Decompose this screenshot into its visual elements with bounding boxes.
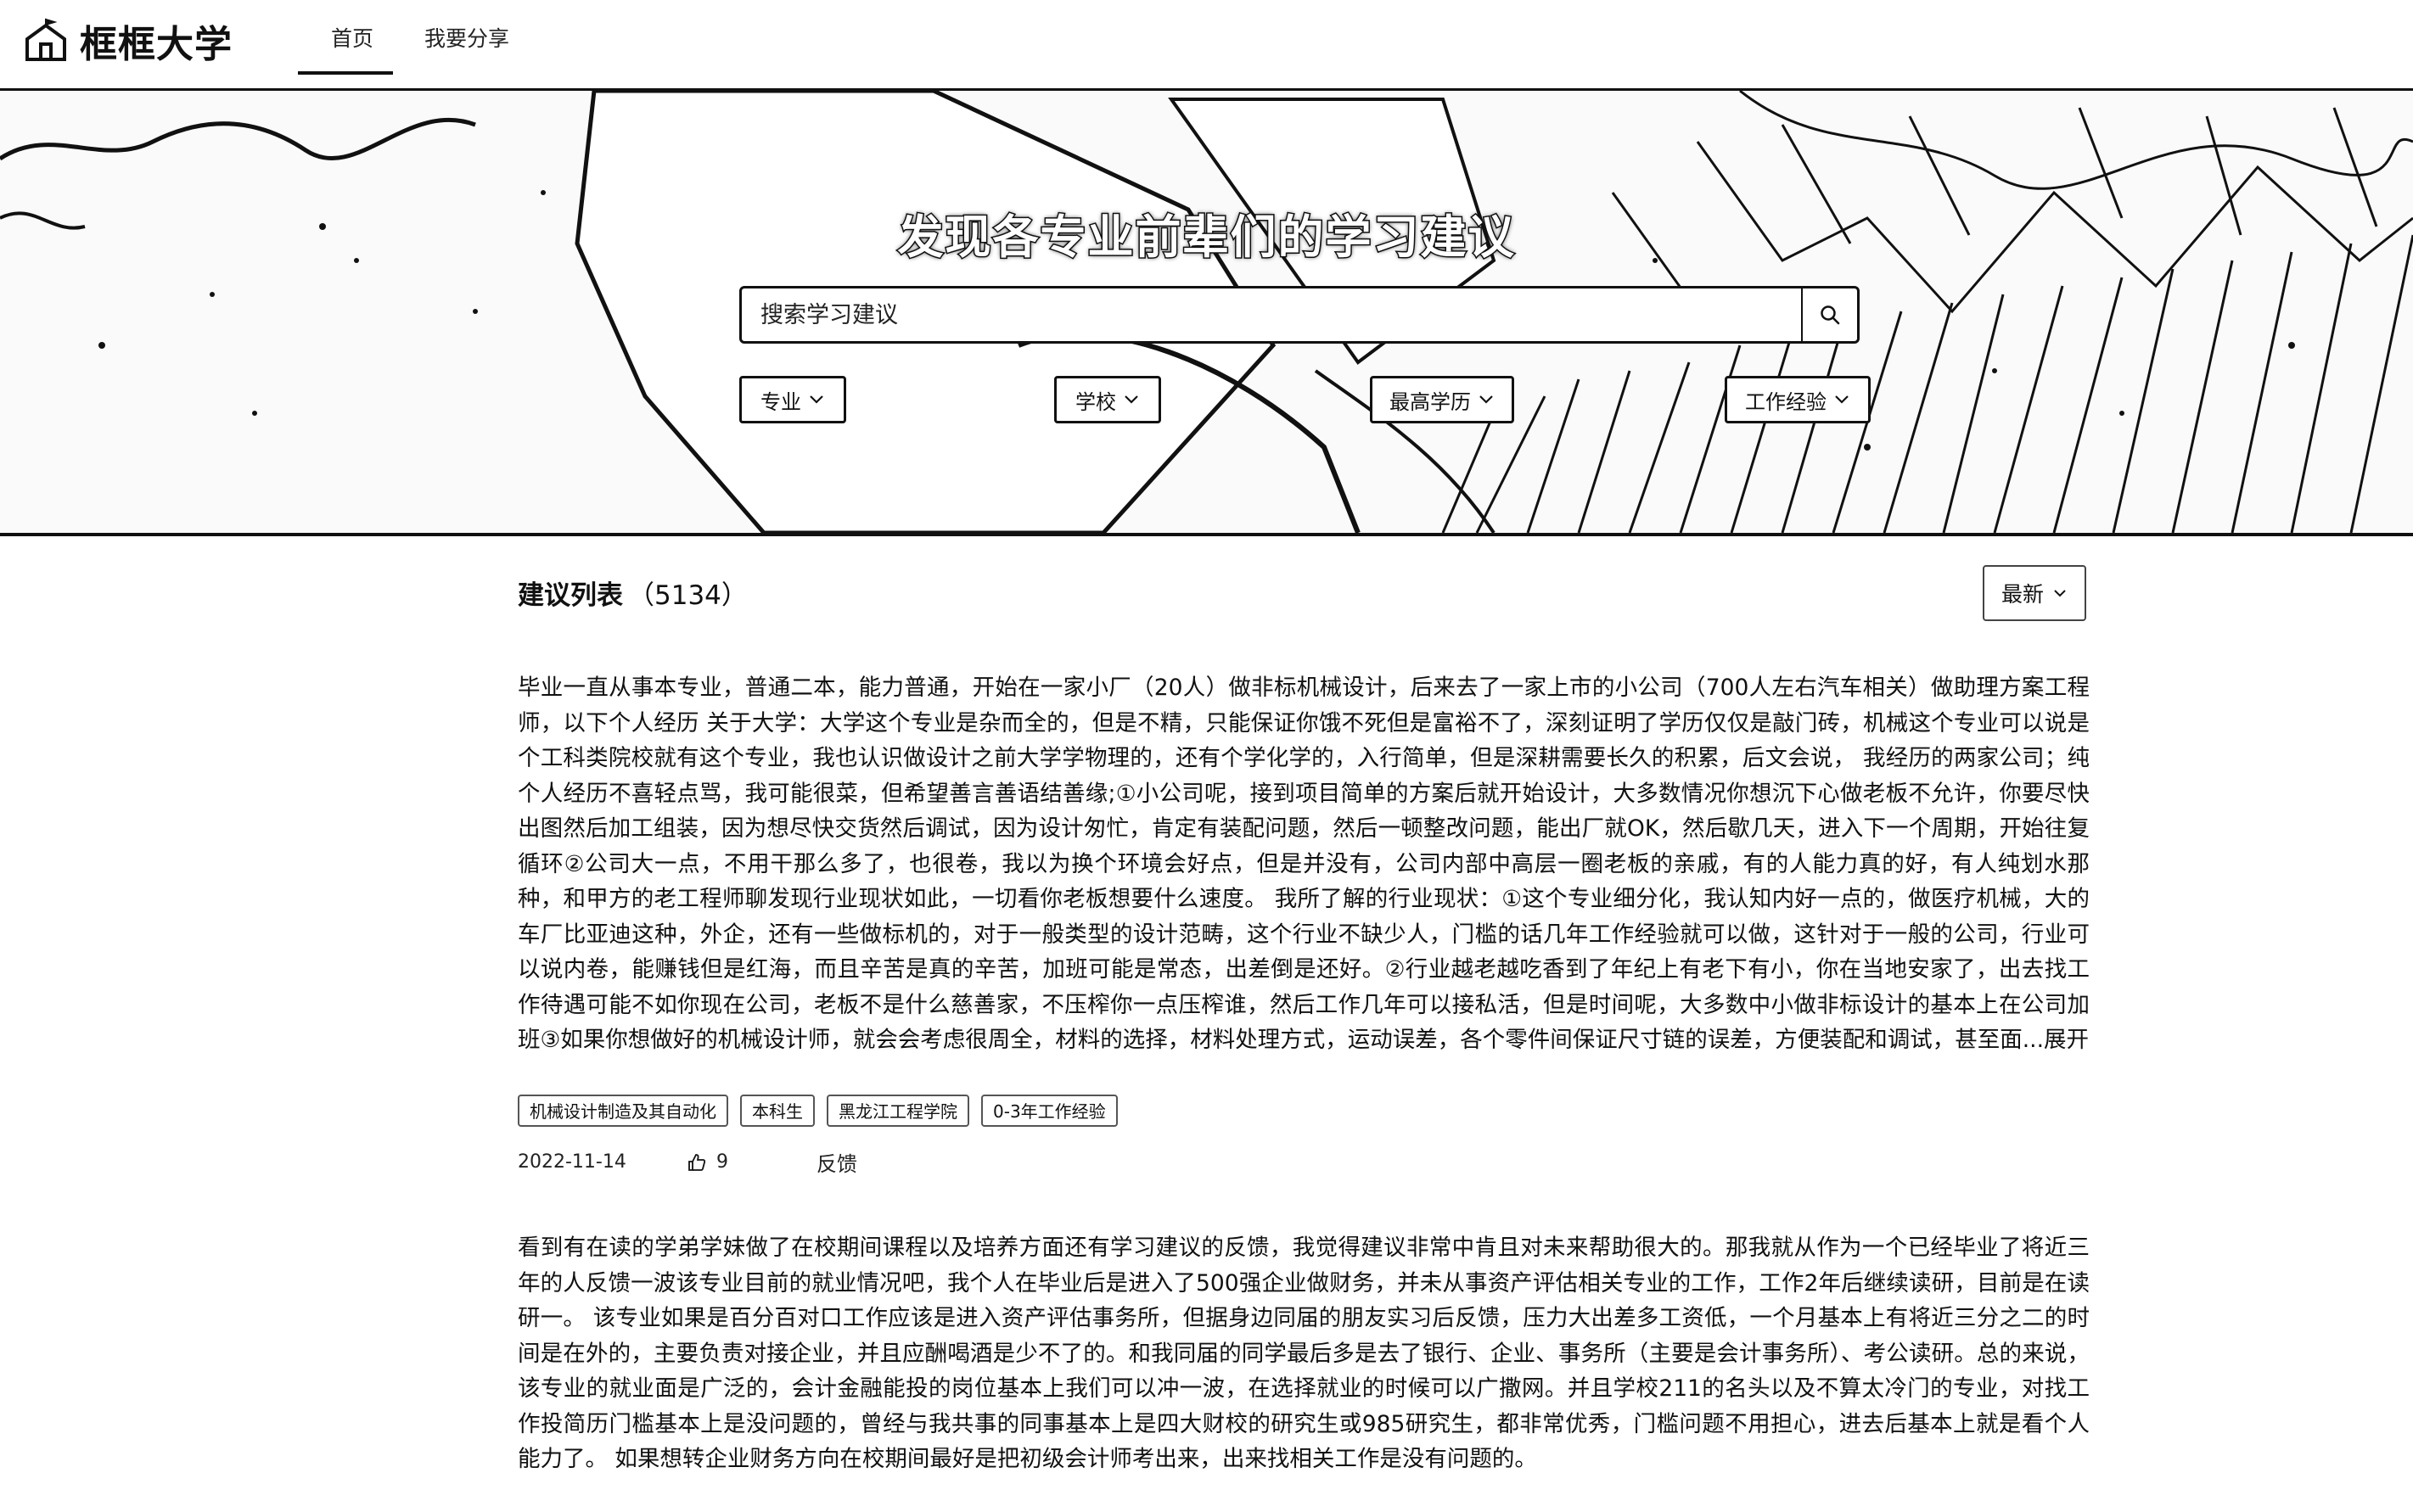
hero-title: 发现各专业前辈们的学习建议: [896, 210, 1516, 266]
chevron-down-icon: [1125, 395, 1138, 404]
search-input[interactable]: [742, 288, 1806, 341]
post-text: 毕业一直从事本专业，普通二本，能力普通，开始在一家小厂（20人）做非标机械设计，…: [518, 670, 2090, 1061]
post-body: 毕业一直从事本专业，普通二本，能力普通，开始在一家小厂（20人）做非标机械设计，…: [518, 675, 2090, 1053]
expand-link[interactable]: 展开: [2044, 1027, 2089, 1053]
feedback-link[interactable]: 反馈: [816, 1147, 857, 1177]
hero-banner: 发现各专业前辈们的学习建议 专业 学校 最高学历 工作经验: [0, 91, 2413, 536]
list-title-text: 建议列表: [518, 580, 623, 611]
filter-school[interactable]: 学校: [1054, 376, 1161, 423]
chevron-down-icon: [2054, 590, 2066, 597]
tag-school[interactable]: 黑龙江工程学院: [827, 1095, 969, 1127]
nav-active-indicator: [298, 71, 393, 75]
post-meta: 2022-11-14 9 反馈: [518, 1147, 857, 1177]
filter-experience-label: 工作经验: [1745, 389, 1827, 414]
filter-major-label: 专业: [760, 389, 801, 414]
list-count: （5134）: [628, 580, 748, 611]
sort-label: 最新: [2001, 582, 2044, 607]
school-logo-icon: [25, 18, 66, 61]
tag-major[interactable]: 机械设计制造及其自动化: [518, 1095, 728, 1127]
post-text: 看到有在读的学弟学妹做了在校期间课程以及培养方面还有学习建议的反馈，我觉得建议非…: [518, 1230, 2090, 1476]
like-count: 9: [716, 1151, 728, 1173]
chevron-down-icon: [1835, 395, 1849, 404]
tag-degree[interactable]: 本科生: [740, 1095, 815, 1127]
search-icon: [1821, 305, 1840, 325]
post-date: 2022-11-14: [518, 1151, 626, 1173]
thumbs-up-icon: [688, 1153, 706, 1171]
tag-experience[interactable]: 0-3年工作经验: [981, 1095, 1118, 1127]
search-button[interactable]: [1801, 288, 1857, 341]
nav-share[interactable]: 我要分享: [421, 22, 513, 53]
post-body: 看到有在读的学弟学妹做了在校期间课程以及培养方面还有学习建议的反馈，我觉得建议非…: [518, 1235, 2090, 1472]
filter-experience[interactable]: 工作经验: [1725, 376, 1871, 423]
logo-text: 框框大学: [80, 23, 233, 66]
filter-school-label: 学校: [1075, 389, 1116, 414]
list-title: 建议列表 （5134）: [518, 574, 748, 612]
sort-dropdown[interactable]: 最新: [1983, 565, 2086, 621]
chevron-down-icon: [810, 395, 823, 404]
filter-education[interactable]: 最高学历: [1370, 376, 1514, 423]
post-tags: 机械设计制造及其自动化 本科生 黑龙江工程学院 0-3年工作经验: [518, 1095, 1118, 1127]
filter-major[interactable]: 专业: [739, 376, 846, 423]
logo[interactable]: 框框大学: [22, 14, 233, 68]
top-nav: 框框大学 首页 我要分享: [0, 0, 2413, 91]
chevron-down-icon: [1479, 395, 1493, 404]
filter-education-label: 最高学历: [1389, 389, 1471, 414]
nav-home[interactable]: 首页: [328, 22, 377, 53]
like-button[interactable]: 9: [687, 1151, 816, 1173]
search-box: [739, 286, 1860, 344]
